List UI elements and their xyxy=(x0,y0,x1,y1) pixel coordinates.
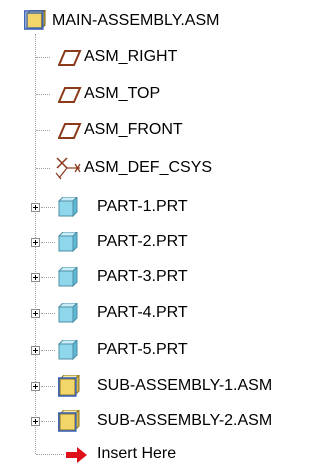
expand-toggle[interactable] xyxy=(31,309,40,318)
tree-connector xyxy=(41,277,55,278)
tree-item-label: ASM_TOP xyxy=(84,85,161,102)
tree-connector xyxy=(41,207,55,208)
tree-connector xyxy=(41,350,55,351)
part-icon xyxy=(58,197,78,217)
tree-item-label: PART-3.PRT xyxy=(97,268,188,285)
tree-item-label: PART-1.PRT xyxy=(97,198,188,215)
expand-toggle[interactable] xyxy=(31,273,40,282)
part-icon xyxy=(58,232,78,252)
expand-toggle[interactable] xyxy=(31,382,40,391)
tree-item-label: ASM_DEF_CSYS xyxy=(84,159,213,176)
datum-plane-icon xyxy=(58,123,82,139)
tree-connector xyxy=(41,313,55,314)
tree-item-label: ASM_RIGHT xyxy=(84,48,178,65)
tree-item-label: PART-5.PRT xyxy=(97,341,188,358)
tree-item-label: PART-2.PRT xyxy=(97,233,188,250)
insert-arrow-icon xyxy=(66,447,87,463)
tree-connector xyxy=(36,57,50,58)
tree-item-label: SUB-ASSEMBLY-1.ASM xyxy=(97,377,273,394)
tree-item-label: ASM_FRONT xyxy=(84,121,183,138)
tree-connector xyxy=(36,94,50,95)
tree-connector xyxy=(36,454,64,455)
expand-toggle[interactable] xyxy=(31,203,40,212)
tree-connector xyxy=(41,242,55,243)
tree-item-label: SUB-ASSEMBLY-2.ASM xyxy=(97,412,273,429)
expand-toggle[interactable] xyxy=(31,417,40,426)
tree-connector xyxy=(41,421,55,422)
datum-plane-icon xyxy=(58,50,82,66)
tree-connector xyxy=(41,386,55,387)
part-icon xyxy=(58,303,78,323)
assembly-icon xyxy=(58,410,80,432)
datum-plane-icon xyxy=(58,87,82,103)
expand-toggle[interactable] xyxy=(31,346,40,355)
tree-item-label: MAIN-ASSEMBLY.ASM xyxy=(52,12,220,29)
model-tree: MAIN-ASSEMBLY.ASM ASM_RIGHT ASM_TOP ASM_… xyxy=(0,0,335,469)
part-icon xyxy=(58,340,78,360)
tree-connector xyxy=(36,130,50,131)
assembly-icon xyxy=(58,375,80,397)
tree-item-label: Insert Here xyxy=(97,445,177,462)
coordinate-system-icon xyxy=(55,157,81,180)
assembly-icon xyxy=(24,10,46,30)
tree-item-label: PART-4.PRT xyxy=(97,304,188,321)
expand-toggle[interactable] xyxy=(31,238,40,247)
tree-connector xyxy=(36,168,50,169)
part-icon xyxy=(58,267,78,287)
